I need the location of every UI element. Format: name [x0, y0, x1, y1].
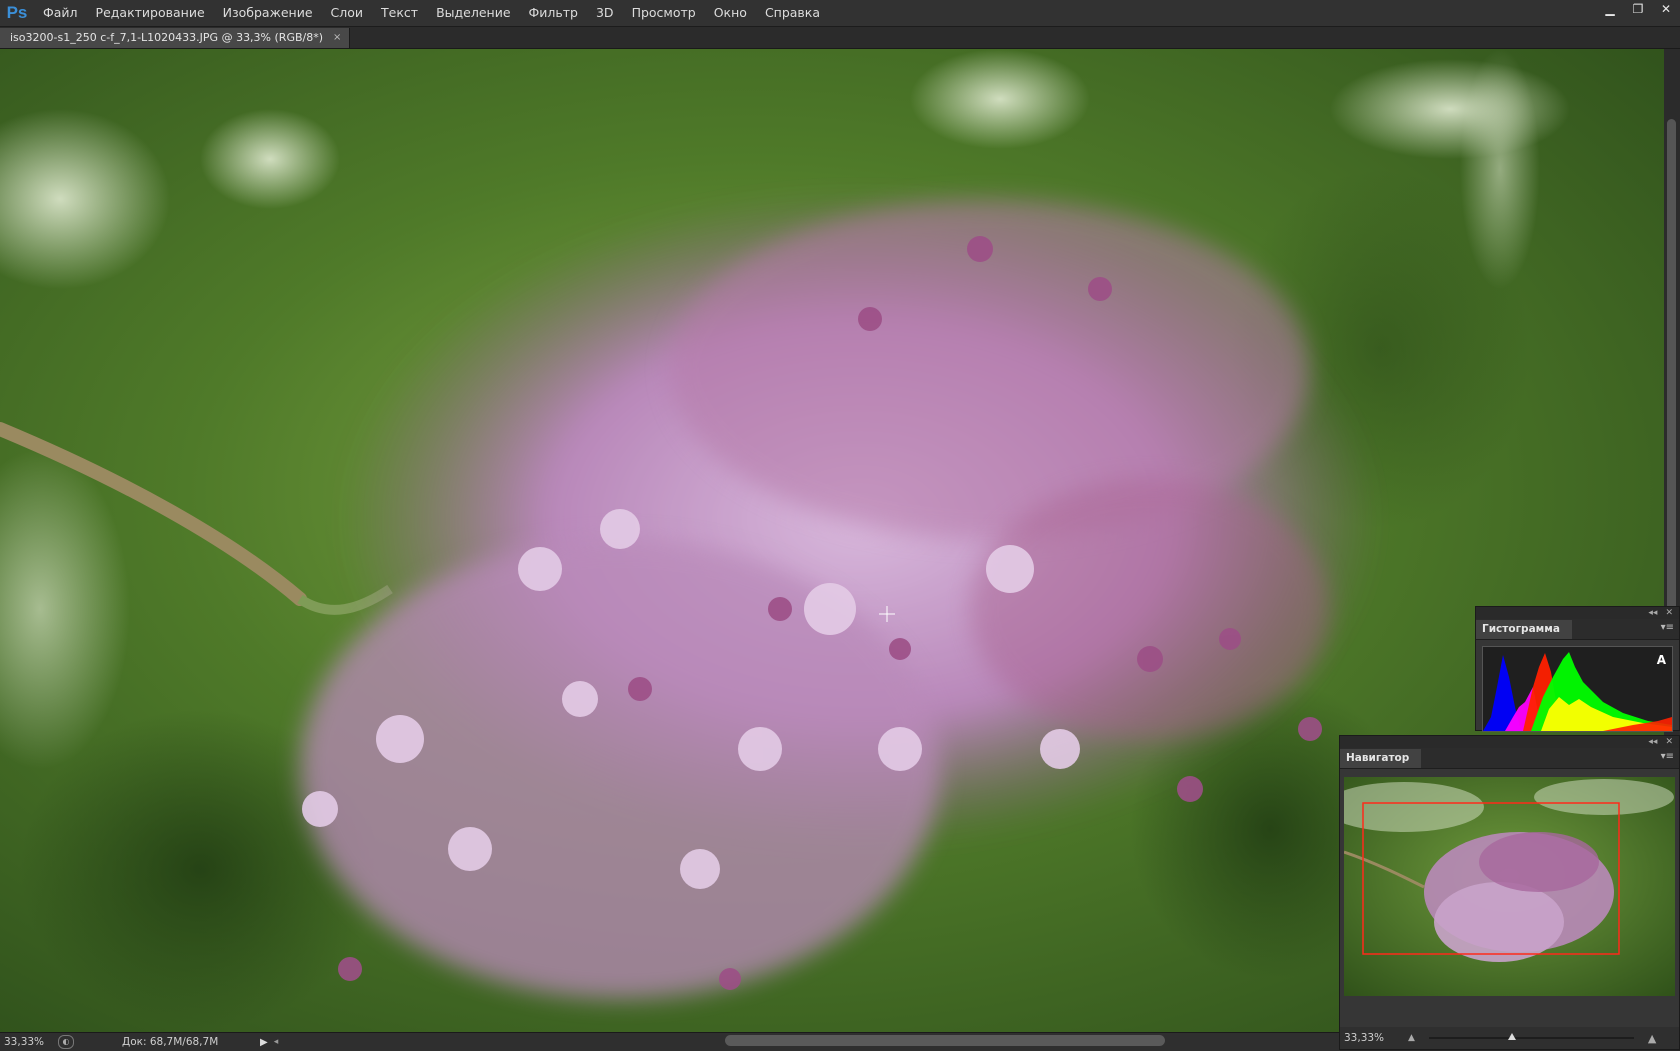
navigator-zoom-bar: 33,33% ▲ ▲ [1340, 1027, 1679, 1049]
histogram-panel: ◂◂ ✕ Гистограмма ▾≡ A [1475, 606, 1680, 732]
close-panel-icon[interactable]: ✕ [1665, 737, 1673, 747]
photoshop-logo-icon: Ps [6, 3, 28, 22]
document-size: Док: 68,7M/68,7M [122, 1036, 219, 1048]
zoom-slider[interactable] [1428, 1033, 1634, 1040]
close-tab-icon[interactable]: × [333, 28, 341, 48]
menu-view[interactable]: Просмотр [623, 0, 705, 26]
navigator-panel: ◂◂ ✕ Навигатор ▾≡ 33,33% ▲ ▲ [1339, 735, 1680, 1050]
histogram-chart [1483, 652, 1672, 731]
navigator-thumbnail-image [1344, 777, 1675, 996]
zoom-slider-knob[interactable] [1507, 1033, 1516, 1040]
menu-window[interactable]: Окно [705, 0, 756, 26]
zoom-in-icon[interactable]: ▲ [1648, 1032, 1656, 1045]
collapse-panel-icon[interactable]: ◂◂ [1648, 608, 1657, 618]
menu-text[interactable]: Текст [372, 0, 427, 26]
zoom-out-icon[interactable]: ▲ [1408, 1033, 1415, 1043]
document-tab[interactable]: iso3200-s1_250 c-f_7,1-L1020433.JPG @ 33… [0, 28, 351, 48]
restore-button[interactable]: ❐ [1624, 0, 1652, 18]
cache-warning-icon[interactable]: A [1657, 653, 1666, 667]
proof-icon[interactable]: ◐ [58, 1035, 74, 1049]
menu-help[interactable]: Справка [756, 0, 829, 26]
document-tab-bar: iso3200-s1_250 c-f_7,1-L1020433.JPG @ 33… [0, 27, 1680, 49]
navigator-panel-header: ◂◂ ✕ [1340, 736, 1679, 748]
navigator-zoom-field[interactable]: 33,33% [1340, 1032, 1404, 1044]
menu-image[interactable]: Изображение [214, 0, 322, 26]
zoom-level-field[interactable]: 33,33% [0, 1036, 52, 1048]
collapse-panel-icon[interactable]: ◂◂ [1648, 737, 1657, 747]
histogram-tab-row: Гистограмма ▾≡ [1476, 619, 1679, 640]
histogram-panel-header: ◂◂ ✕ [1476, 607, 1679, 619]
panel-menu-icon[interactable]: ▾≡ [1661, 622, 1674, 633]
menu-3d[interactable]: 3D [587, 0, 623, 26]
minimize-button[interactable]: ▁ [1596, 0, 1624, 18]
navigator-preview[interactable] [1344, 777, 1675, 996]
scroll-left-icon[interactable]: ◂ [274, 1037, 279, 1047]
menu-layers[interactable]: Слои [322, 0, 373, 26]
vertical-scroll-thumb[interactable] [1667, 119, 1676, 659]
horizontal-scroll-thumb[interactable] [725, 1035, 1165, 1046]
panel-menu-icon[interactable]: ▾≡ [1661, 751, 1674, 762]
menu-edit[interactable]: Редактирование [87, 0, 214, 26]
tab-histogram[interactable]: Гистограмма [1476, 620, 1572, 639]
window-controls: ▁ ❐ ✕ [1596, 0, 1680, 20]
close-panel-icon[interactable]: ✕ [1665, 608, 1673, 618]
tab-navigator[interactable]: Навигатор [1340, 749, 1422, 768]
document-tab-title: iso3200-s1_250 c-f_7,1-L1020433.JPG @ 33… [10, 31, 324, 44]
menu-filter[interactable]: Фильтр [520, 0, 587, 26]
status-menu-arrow-icon[interactable]: ▶ [260, 1037, 268, 1048]
histogram-graph: A [1482, 646, 1673, 732]
navigator-tab-row: Навигатор ▾≡ [1340, 748, 1679, 769]
close-button[interactable]: ✕ [1652, 0, 1680, 18]
menu-select[interactable]: Выделение [427, 0, 519, 26]
menu-bar: Ps Файл Редактирование Изображение Слои … [0, 0, 1680, 27]
menu-file[interactable]: Файл [34, 0, 87, 26]
